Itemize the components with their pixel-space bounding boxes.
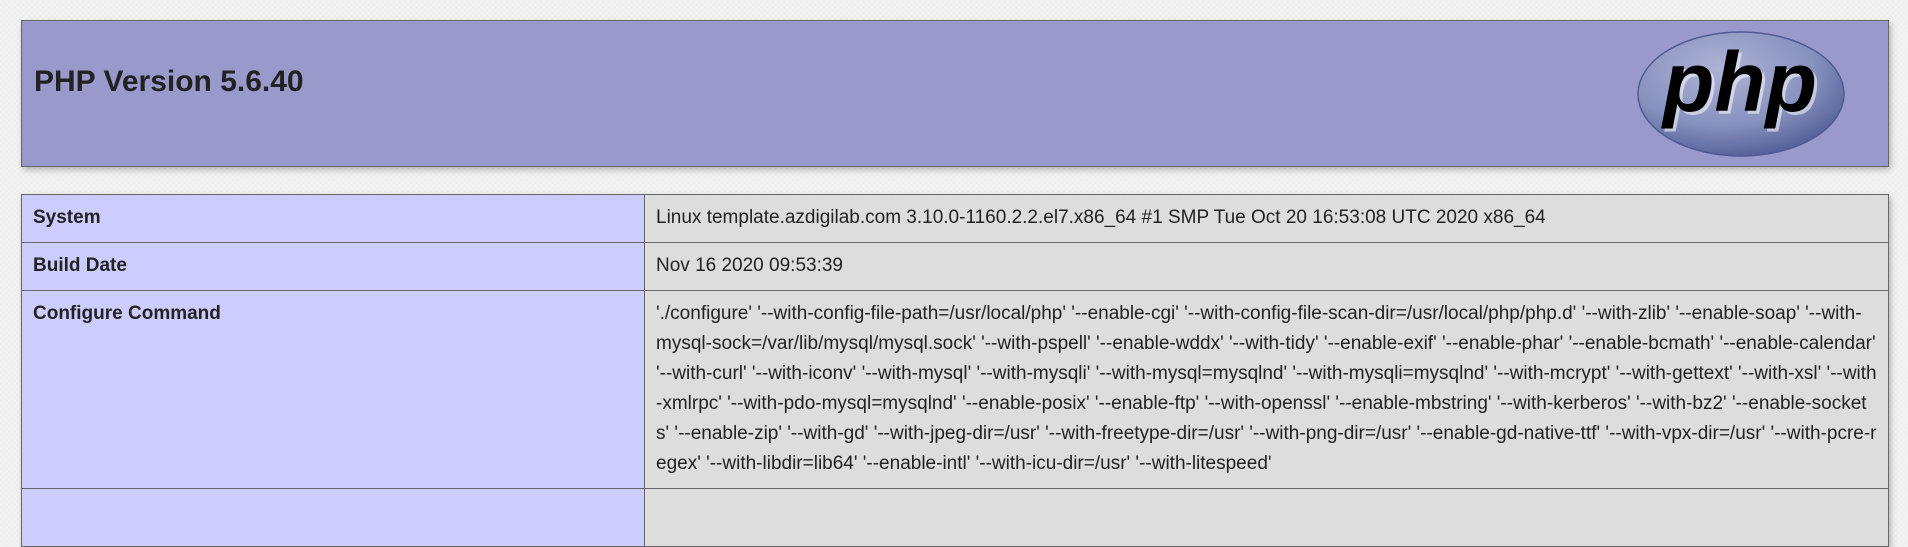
page-title: PHP Version 5.6.40: [34, 65, 304, 98]
svg-text:php: php: [1661, 35, 1817, 129]
php-logo-icon: php php: [1637, 31, 1845, 157]
table-row: Build Date Nov 16 2020 09:53:39: [21, 242, 1889, 291]
table-row: [21, 488, 1889, 547]
row-label-configure-command: Configure Command: [21, 290, 645, 489]
row-value-system: Linux template.azdigilab.com 3.10.0-1160…: [644, 194, 1889, 243]
phpinfo-page: PHP Version 5.6.40 php php System Linux …: [21, 20, 1889, 547]
system-info-table: System Linux template.azdigilab.com 3.10…: [21, 194, 1889, 547]
row-label-system: System: [21, 194, 645, 243]
row-value-configure-command: './configure' '--with-config-file-path=/…: [644, 290, 1889, 489]
table-row: System Linux template.azdigilab.com 3.10…: [21, 194, 1889, 243]
row-label-next: [21, 488, 645, 547]
version-header: PHP Version 5.6.40 php php: [21, 20, 1889, 167]
row-value-next: [644, 488, 1889, 547]
php-logo-link[interactable]: php php: [1636, 30, 1846, 158]
table-row: Configure Command './configure' '--with-…: [21, 290, 1889, 489]
row-value-build-date: Nov 16 2020 09:53:39: [644, 242, 1889, 291]
row-label-build-date: Build Date: [21, 242, 645, 291]
